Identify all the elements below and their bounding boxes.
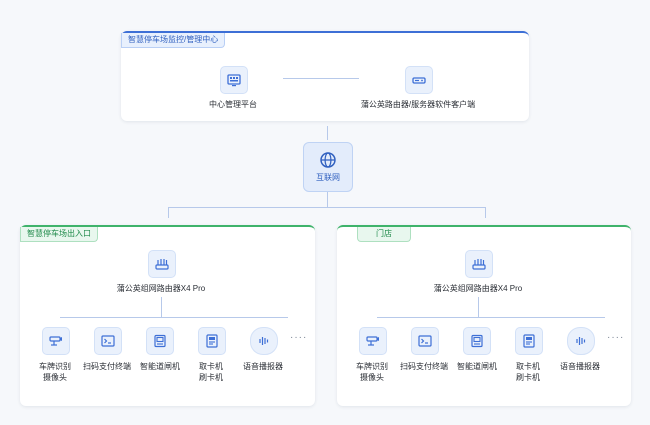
site-router-label: 蒲公英组网路由器X4 Pro — [116, 284, 206, 293]
network-topology-diagram: { "top_panel": { "tag": "智慧停车场监控/管理中心", … — [0, 0, 650, 425]
terminal-icon — [411, 327, 439, 355]
device-label-gate: 智能道闸机 — [140, 362, 180, 371]
devices-bus-link — [377, 317, 605, 318]
device-label-camera: 车牌识别 摄像头 — [39, 362, 71, 382]
branch-horizontal-link — [168, 207, 486, 208]
gate-icon — [146, 327, 174, 355]
voice-icon — [250, 327, 278, 355]
site-router-icon — [148, 250, 176, 278]
site-router-icon — [465, 250, 493, 278]
top-to-internet-link — [327, 126, 328, 140]
voice-icon — [567, 327, 595, 355]
more-devices-ellipsis: ···· — [290, 332, 308, 343]
management-center-panel: 智慧停车场监控/管理中心 中心管理平台 蒲公英路由器/服务器软件客户端 — [121, 31, 529, 121]
gate-icon — [463, 327, 491, 355]
terminal-icon — [94, 327, 122, 355]
devices-bus-link — [60, 317, 288, 318]
router-down-link — [478, 297, 479, 317]
router-client-icon — [405, 66, 433, 94]
center-platform-label: 中心管理平台 — [209, 100, 257, 109]
site-router-label: 蒲公英组网路由器X4 Pro — [433, 284, 523, 293]
right-site-panel: 门店 蒲公英组网路由器X4 Pro 车牌识别 摄像头 扫码支付终端 智能道闸机 … — [337, 225, 631, 406]
camera-icon — [359, 327, 387, 355]
device-label-gate: 智能道闸机 — [457, 362, 497, 371]
platform-client-link — [283, 78, 359, 79]
router-client-label: 蒲公英路由器/服务器软件客户端 — [360, 100, 476, 109]
device-label-camera: 车牌识别 摄像头 — [356, 362, 388, 382]
device-label-payment: 扫码支付终端 — [83, 362, 131, 371]
camera-icon — [42, 327, 70, 355]
internet-node: 互联网 — [303, 142, 353, 192]
card-machine-icon — [198, 327, 226, 355]
router-down-link — [161, 297, 162, 317]
card-machine-icon — [515, 327, 543, 355]
device-label-voice: 语音播报器 — [560, 362, 600, 371]
branch-left-link — [168, 207, 169, 218]
left-site-panel: 智慧停车场出入口 蒲公英组网路由器X4 Pro 车牌识别 摄像头 扫码支付终端 … — [20, 225, 315, 406]
device-label-voice: 语音播报器 — [243, 362, 283, 371]
branch-right-link — [485, 207, 486, 218]
device-label-card: 取卡机 刷卡机 — [516, 362, 540, 382]
device-label-card: 取卡机 刷卡机 — [199, 362, 223, 382]
globe-icon — [320, 152, 336, 168]
internet-label: 互联网 — [316, 173, 340, 182]
management-center-tag: 智慧停车场监控/管理中心 — [121, 33, 226, 48]
device-label-payment: 扫码支付终端 — [400, 362, 448, 371]
more-devices-ellipsis: ···· — [607, 332, 625, 343]
center-platform-icon — [220, 66, 248, 94]
internet-down-link — [327, 192, 328, 208]
left-site-tag: 智慧停车场出入口 — [20, 227, 98, 242]
right-site-tag: 门店 — [357, 227, 411, 242]
